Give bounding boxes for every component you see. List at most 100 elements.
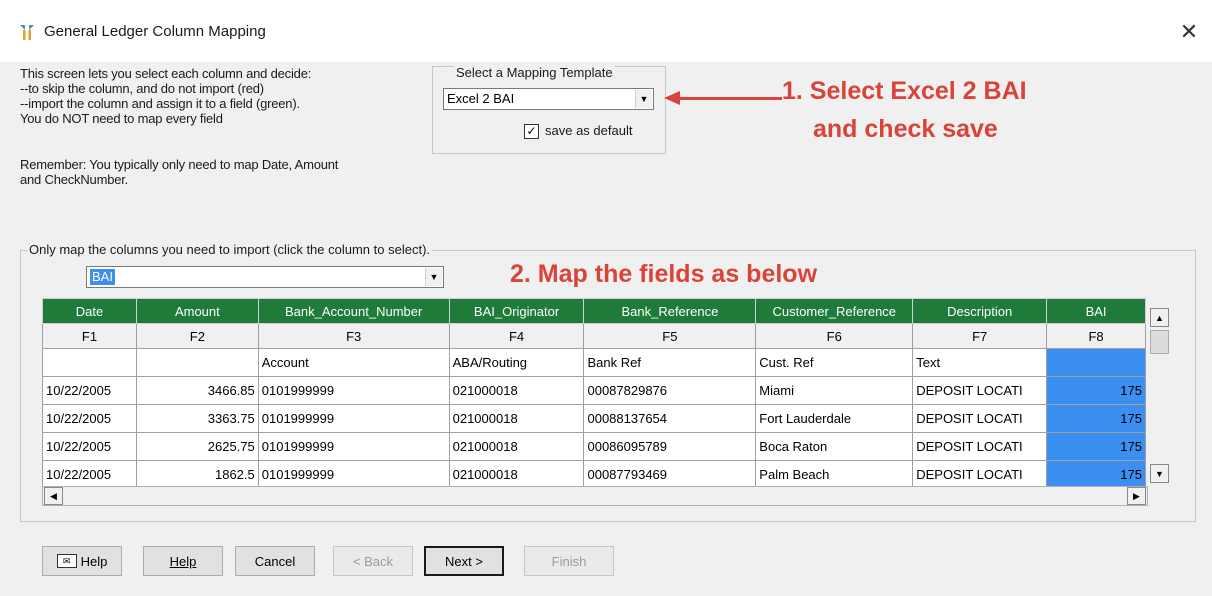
- annotation-step1-line2: and check save: [813, 115, 998, 143]
- table-cell-selected[interactable]: 175: [1046, 432, 1146, 461]
- column-field-header[interactable]: Date: [42, 298, 137, 324]
- window-title: General Ledger Column Mapping: [44, 23, 266, 40]
- help-icon-button[interactable]: ✉ Help: [42, 546, 122, 576]
- table-cell[interactable]: 021000018: [448, 404, 585, 433]
- table-cell[interactable]: Boca Raton: [755, 432, 914, 461]
- column-field-header[interactable]: Customer_Reference: [755, 298, 914, 324]
- column-field-header[interactable]: Description: [912, 298, 1048, 324]
- table-cell[interactable]: 021000018: [448, 460, 585, 486]
- remember-line: and CheckNumber.: [20, 172, 129, 187]
- column-field-header[interactable]: Amount: [135, 298, 259, 324]
- table-cell-selected[interactable]: 175: [1046, 376, 1146, 405]
- table-cell-selected[interactable]: [1046, 348, 1146, 377]
- table-cell[interactable]: 00087793469: [583, 460, 757, 486]
- back-button[interactable]: < Back: [333, 546, 413, 576]
- table-cell[interactable]: Cust. Ref: [755, 348, 914, 377]
- table-cell[interactable]: 1862.5: [135, 460, 259, 486]
- table-cell[interactable]: 0101999999: [257, 460, 450, 486]
- horizontal-scrollbar[interactable]: ◀ ▶: [42, 486, 1148, 506]
- table-cell[interactable]: DEPOSIT LOCATI: [912, 376, 1048, 405]
- column-id-header[interactable]: F3: [257, 323, 450, 349]
- column-id-header[interactable]: F8: [1046, 323, 1146, 349]
- column-field-header[interactable]: BAI: [1046, 298, 1146, 324]
- intro-line: This screen lets you select each column …: [20, 66, 312, 81]
- table-cell[interactable]: Palm Beach: [755, 460, 914, 486]
- table-cell[interactable]: DEPOSIT LOCATI: [912, 460, 1048, 486]
- table-cell[interactable]: 3466.85: [135, 376, 259, 405]
- mapping-dialog: General Ledger Column Mapping ✕ This scr…: [0, 0, 1212, 596]
- table-cell[interactable]: Text: [912, 348, 1048, 377]
- table-cell[interactable]: 0101999999: [257, 376, 450, 405]
- table-cell[interactable]: 021000018: [448, 432, 585, 461]
- table-cell[interactable]: 021000018: [448, 376, 585, 405]
- annotation-step2: 2. Map the fields as below: [510, 260, 818, 288]
- column-id-header[interactable]: F1: [42, 323, 137, 349]
- column-field-header[interactable]: BAI_Originator: [448, 298, 585, 324]
- chevron-down-icon[interactable]: ▼: [425, 268, 442, 286]
- table-cell-selected[interactable]: 175: [1046, 460, 1146, 486]
- close-icon[interactable]: ✕: [1166, 12, 1212, 52]
- column-id-header[interactable]: F2: [135, 323, 259, 349]
- table-cell[interactable]: [135, 348, 259, 377]
- table-row: 10/22/2005 1862.5 0101999999 021000018 0…: [42, 460, 1146, 486]
- next-button[interactable]: Next >: [424, 546, 504, 576]
- table-cell[interactable]: ABA/Routing: [448, 348, 585, 377]
- annotation-step1: 1. Select Excel 2 BAI: [782, 77, 1027, 105]
- scroll-down-icon[interactable]: ▼: [1150, 464, 1169, 483]
- table-cell[interactable]: Bank Ref: [583, 348, 757, 377]
- table-cell[interactable]: 0101999999: [257, 432, 450, 461]
- annotation-arrow-line: [678, 97, 782, 100]
- cancel-button[interactable]: Cancel: [235, 546, 315, 576]
- column-id-header[interactable]: F4: [448, 323, 585, 349]
- intro-line: --to skip the column, and do not import …: [20, 81, 264, 96]
- finish-button[interactable]: Finish: [524, 546, 614, 576]
- table-cell[interactable]: Miami: [755, 376, 914, 405]
- template-group-legend: Select a Mapping Template: [454, 65, 615, 80]
- table-cell[interactable]: Account: [257, 348, 450, 377]
- table-cell[interactable]: DEPOSIT LOCATI: [912, 404, 1048, 433]
- scroll-left-icon[interactable]: ◀: [44, 487, 63, 505]
- field-select-value: BAI: [90, 269, 115, 285]
- table-cell[interactable]: 00088137654: [583, 404, 757, 433]
- table-cell[interactable]: Fort Lauderdale: [755, 404, 914, 433]
- save-default-checkbox[interactable]: ✓: [524, 124, 539, 139]
- scroll-right-icon[interactable]: ▶: [1127, 487, 1146, 505]
- intro-line: You do NOT need to map every field: [20, 111, 223, 126]
- help-icon-button-label: Help: [80, 553, 108, 569]
- table-cell-selected[interactable]: 175: [1046, 404, 1146, 433]
- template-select-value: Excel 2 BAI: [447, 91, 515, 106]
- table-cell[interactable]: 10/22/2005: [42, 460, 137, 486]
- column-field-header[interactable]: Bank_Account_Number: [257, 298, 450, 324]
- scroll-up-icon[interactable]: ▲: [1150, 308, 1169, 327]
- help-button-label: Help: [169, 553, 197, 569]
- field-select[interactable]: BAI ▼: [86, 266, 444, 288]
- table-cell[interactable]: DEPOSIT LOCATI: [912, 432, 1048, 461]
- table-row: 10/22/2005 3466.85 0101999999 021000018 …: [42, 376, 1146, 405]
- column-id-header[interactable]: F5: [583, 323, 757, 349]
- column-field-header[interactable]: Bank_Reference: [583, 298, 757, 324]
- table-cell[interactable]: 10/22/2005: [42, 432, 137, 461]
- help-button[interactable]: Help: [143, 546, 223, 576]
- scroll-thumb[interactable]: [1150, 330, 1169, 354]
- column-id-header[interactable]: F7: [912, 323, 1048, 349]
- remember-line: Remember: You typically only need to map…: [20, 157, 339, 172]
- mapping-group-legend: Only map the columns you need to import …: [27, 242, 433, 257]
- table-cell[interactable]: 00086095789: [583, 432, 757, 461]
- table-cell[interactable]: 3363.75: [135, 404, 259, 433]
- table-row: Account ABA/Routing Bank Ref Cust. Ref T…: [42, 348, 1146, 377]
- mapping-grid[interactable]: Date Amount Bank_Account_Number BAI_Orig…: [42, 298, 1146, 486]
- field-header-row: Date Amount Bank_Account_Number BAI_Orig…: [42, 298, 1146, 324]
- chevron-down-icon[interactable]: ▼: [635, 90, 652, 108]
- vertical-scrollbar[interactable]: ▲ ▼: [1149, 298, 1170, 486]
- table-row: 10/22/2005 2625.75 0101999999 021000018 …: [42, 432, 1146, 461]
- template-select[interactable]: Excel 2 BAI ▼: [443, 88, 654, 110]
- table-cell[interactable]: 10/22/2005: [42, 404, 137, 433]
- help-book-icon: ✉: [56, 554, 77, 568]
- column-id-header[interactable]: F6: [755, 323, 914, 349]
- table-cell[interactable]: 10/22/2005: [42, 376, 137, 405]
- table-cell[interactable]: [42, 348, 137, 377]
- table-cell[interactable]: 2625.75: [135, 432, 259, 461]
- table-cell[interactable]: 00087829876: [583, 376, 757, 405]
- table-cell[interactable]: 0101999999: [257, 404, 450, 433]
- mapping-table: Date Amount Bank_Account_Number BAI_Orig…: [42, 298, 1146, 486]
